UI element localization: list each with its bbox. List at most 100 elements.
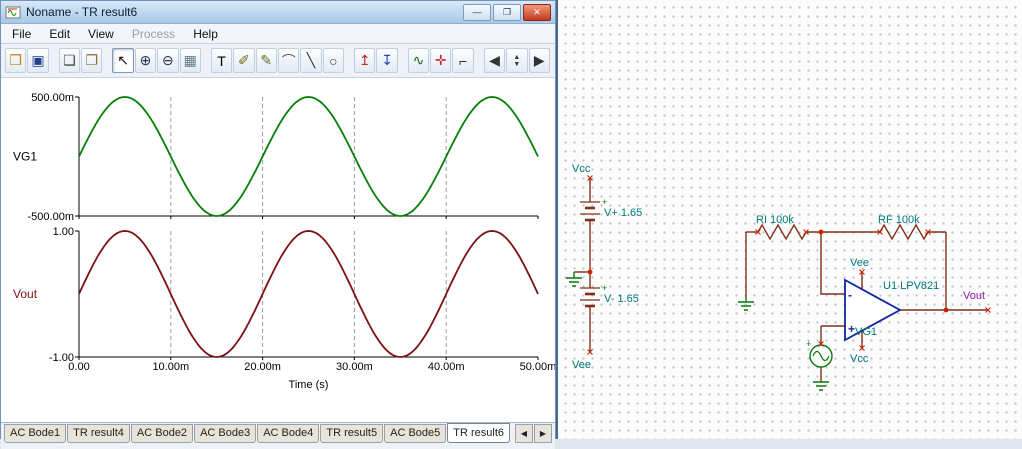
opamp-minus-input: - (848, 288, 852, 302)
minimize-button[interactable]: — (463, 3, 491, 21)
meter-icon: ⌒ (281, 52, 296, 69)
tab-ac-bode2[interactable]: AC Bode2 (130, 424, 194, 443)
tab-ac-bode5[interactable]: AC Bode5 (384, 424, 447, 443)
zoom-in-button[interactable]: ⊕ (134, 48, 157, 73)
voltage-pin-icon: ↥ (358, 52, 371, 68)
time-axis-label: Time (s) (289, 379, 329, 391)
current-pin-button[interactable]: ↧ (376, 48, 398, 73)
ground-vg1[interactable] (813, 381, 829, 391)
battery-vplus-label[interactable]: V+ 1.65 (604, 207, 642, 219)
junction-dot (818, 229, 824, 235)
tab-scroll-left-button[interactable]: ◀ (515, 424, 533, 443)
signal-probe-icon: ✎ (260, 52, 273, 68)
x-tick-label: 30.00m (336, 361, 373, 373)
source-vg1-label[interactable]: VG1 (855, 326, 877, 338)
toolbar: ❒ ▣ ❏ ❐ ↖ ⊕ ⊖ ▦ T ✐ ✎ ⌒ ╲ ○ ↥ ↧ ∿ ✛ ⌐ ◀ ▲ ▼ ▶ (1, 44, 555, 78)
resistor-rf[interactable]: RF 100k (878, 214, 929, 241)
open-icon: ❒ (9, 52, 22, 68)
zoom-in-icon: ⊕ (139, 52, 152, 68)
vcc-net-label[interactable]: Vcc (572, 163, 591, 175)
save-icon: ▣ (31, 52, 45, 68)
battery-vminus[interactable]: + V- 1.65 (580, 283, 639, 308)
paste-button[interactable]: ❐ (81, 48, 103, 73)
schematic-drawing: Vcc Vee + V+ 1.65 + V- 1.65 RI 100k RF 1… (566, 163, 991, 391)
tab-tr-result4[interactable]: TR result4 (67, 424, 130, 443)
waveform-plot-area: 500.00m -500.00m VG1 1.00 -1.00 Vout 0.00 10.00… (1, 78, 556, 422)
tab-tr-result6[interactable]: TR result6 (447, 423, 511, 443)
y-tick-label: 500.00m (31, 92, 74, 104)
menu-view[interactable]: View (79, 26, 123, 42)
cursor-button[interactable]: ↖ (112, 48, 134, 73)
restore-button[interactable]: ❐ (493, 3, 521, 21)
tool-prev-button[interactable]: ◀ (483, 48, 506, 73)
resistor-ri[interactable]: RI 100k (756, 214, 807, 241)
corner-button[interactable]: ⌐ (452, 48, 474, 73)
grid-button[interactable]: ▦ (179, 48, 201, 73)
save-button[interactable]: ▣ (27, 48, 49, 73)
signal-probe-button[interactable]: ✎ (255, 48, 277, 73)
opamp-vcc-pin-label[interactable]: Vcc (850, 353, 869, 365)
opamp-plus-input: + (848, 322, 855, 336)
x-tick-label: 10.00m (152, 361, 189, 373)
line-button[interactable]: ╲ (300, 48, 322, 73)
vee-net-label[interactable]: Vee (572, 359, 591, 371)
vout-port[interactable]: Vout (963, 290, 985, 302)
x-tick-label: 40.00m (428, 361, 465, 373)
menu-file[interactable]: File (3, 26, 40, 42)
opamp-vee-pin-label[interactable]: Vee (850, 257, 869, 269)
menu-edit[interactable]: Edit (40, 26, 79, 42)
tool-prev-icon: ◀ (489, 52, 500, 68)
battery-vminus-label[interactable]: V- 1.65 (604, 293, 639, 305)
tab-tr-result5[interactable]: TR result5 (320, 424, 384, 443)
axes (75, 96, 539, 360)
resistor-rf-label[interactable]: RF 100k (878, 214, 920, 226)
waveform-plot: 500.00m-500.00mVG11.00-1.00Vout0.00 10.00… (13, 92, 556, 391)
resistor-ri-label[interactable]: RI 100k (756, 214, 794, 226)
vout-curve[interactable] (78, 230, 539, 358)
current-pin-icon: ↧ (381, 52, 393, 68)
tool-next-icon: ▶ (533, 52, 545, 68)
voltage-pin-button[interactable]: ↥ (354, 48, 376, 73)
add-pin-icon: ✛ (434, 52, 447, 68)
ellipse-icon: ○ (329, 52, 338, 69)
menu-process[interactable]: Process (123, 26, 184, 42)
tab-scroll-right-button[interactable]: ▶ (534, 424, 552, 443)
opamp-u1[interactable]: - + Vee Vcc U1 LPV821 (844, 257, 939, 365)
junction-dot (587, 269, 593, 275)
copy-button[interactable]: ❏ (58, 48, 81, 73)
text-icon: T (217, 52, 226, 69)
tab-ac-bode1[interactable]: AC Bode1 (4, 424, 67, 443)
opamp-u1-label[interactable]: U1 LPV821 (883, 280, 939, 292)
spinner-up-icon[interactable]: ▲ (513, 54, 520, 61)
menu-help[interactable]: Help (184, 26, 227, 42)
titlebar[interactable]: Noname - TR result6 — ❐ ✕ (1, 1, 555, 24)
tab-ac-bode4[interactable]: AC Bode4 (257, 424, 320, 443)
meter-button[interactable]: ⌒ (277, 48, 300, 73)
schematic-canvas[interactable]: Vcc Vee + V+ 1.65 + V- 1.65 RI 100k RF 1… (556, 0, 1022, 439)
vout-label[interactable]: Vout (963, 290, 985, 302)
tab-ac-bode3[interactable]: AC Bode3 (194, 424, 257, 443)
ellipse-button[interactable]: ○ (322, 48, 345, 73)
y-tick-label: -500.00m (28, 211, 74, 223)
vg1-curve[interactable] (78, 96, 539, 217)
source-plus-sign: + (806, 339, 811, 349)
tab-scroll-buttons: ◀ ▶ (514, 424, 552, 443)
spinner-down-icon[interactable]: ▼ (513, 61, 520, 68)
zoom-100-button[interactable]: ⊖ (157, 48, 179, 73)
waveform-button[interactable]: ∿ (407, 48, 430, 73)
app-icon (5, 5, 21, 19)
x-tick-label: 0.00 (68, 361, 89, 373)
battery-plus-sign: + (602, 283, 607, 293)
spinner-button[interactable]: ▲ ▼ (506, 48, 528, 73)
probe-button[interactable]: ✐ (233, 48, 255, 73)
open-button[interactable]: ❒ (5, 48, 27, 73)
y-tick-label: 1.00 (53, 226, 74, 238)
close-button[interactable]: ✕ (523, 3, 551, 21)
ground-ri[interactable] (738, 298, 754, 311)
ground-battery[interactable] (566, 272, 582, 287)
add-pin-button[interactable]: ✛ (430, 48, 452, 73)
text-button[interactable]: T (210, 48, 233, 73)
cursor-icon: ↖ (117, 52, 129, 68)
zoom-100-icon: ⊖ (161, 52, 174, 68)
tool-next-button[interactable]: ▶ (528, 48, 550, 73)
